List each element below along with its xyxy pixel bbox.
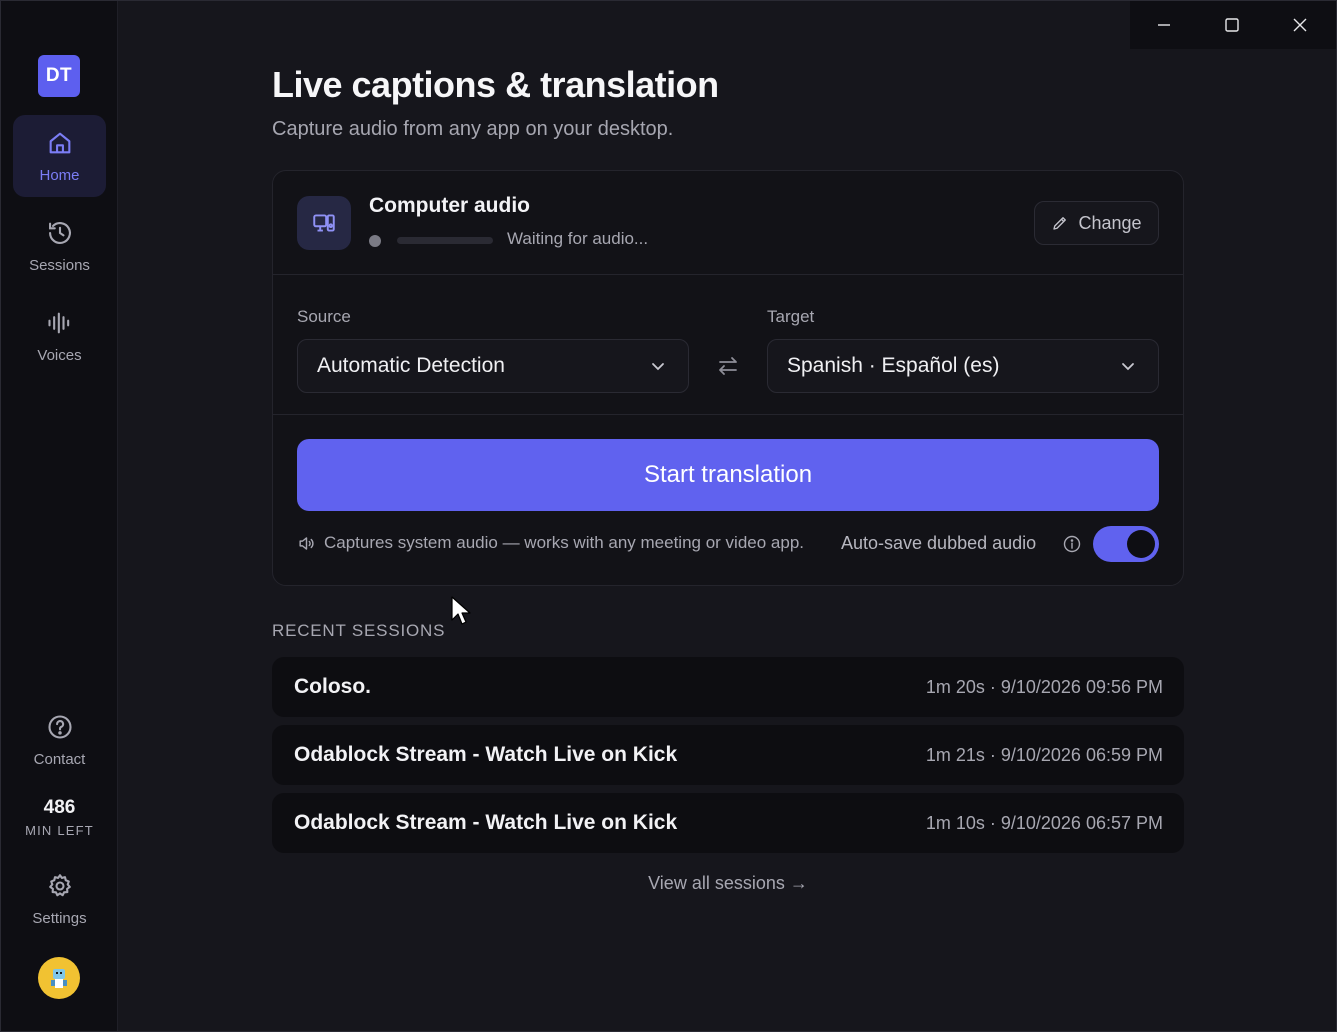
- close-button[interactable]: [1266, 1, 1334, 49]
- computer-audio-icon: [297, 196, 351, 250]
- session-row[interactable]: Odablock Stream - Watch Live on Kick 1m …: [272, 793, 1184, 853]
- sidebar-item-settings[interactable]: Settings: [13, 858, 106, 940]
- sidebar-item-contact[interactable]: Contact: [13, 699, 106, 781]
- mouse-cursor-icon: [451, 596, 471, 625]
- session-meta: 1m 20s · 9/10/2026 09:56 PM: [925, 676, 1163, 697]
- history-icon: [48, 221, 71, 244]
- swap-icon: [719, 357, 737, 375]
- sidebar-item-label: Voices: [37, 346, 82, 364]
- avatar-figure-icon: [51, 969, 67, 988]
- speaker-icon: [299, 536, 314, 550]
- sidebar-item-label: Sessions: [29, 256, 90, 274]
- session-row[interactable]: Odablock Stream - Watch Live on Kick 1m …: [272, 725, 1184, 785]
- source-language-label: Source: [297, 307, 351, 326]
- sidebar: DT Home Sessions Voices Contact 486 MIN …: [1, 1, 118, 1031]
- audio-status-dot: [369, 235, 381, 247]
- autosave-toggle[interactable]: [1093, 526, 1159, 562]
- session-name: Coloso.: [294, 675, 371, 698]
- target-language-value: Spanish · Español (es): [787, 354, 1000, 377]
- maximize-button[interactable]: [1198, 1, 1266, 49]
- minutes-left-value: 486: [43, 797, 76, 818]
- toggle-knob: [1127, 530, 1155, 558]
- session-meta: 1m 21s · 9/10/2026 06:59 PM: [925, 744, 1163, 765]
- swap-languages-button[interactable]: [713, 353, 743, 379]
- sidebar-item-voices[interactable]: Voices: [13, 295, 106, 377]
- chevron-down-icon: [652, 363, 664, 371]
- app-logo: DT: [38, 55, 80, 97]
- chevron-down-icon: [1122, 363, 1134, 371]
- target-language-select[interactable]: Spanish · Español (es): [767, 339, 1159, 393]
- waveform-icon: [47, 312, 69, 333]
- info-icon[interactable]: [1062, 534, 1082, 559]
- minimize-button[interactable]: [1130, 1, 1198, 49]
- capture-hint-text: Captures system audio — works with any m…: [324, 533, 805, 552]
- window-controls: [1130, 1, 1336, 49]
- minutes-left: 486 MIN LEFT: [1, 797, 118, 838]
- close-icon: [1293, 18, 1307, 32]
- session-name: Odablock Stream - Watch Live on Kick: [294, 743, 678, 766]
- pencil-icon: [1053, 217, 1067, 230]
- sidebar-item-sessions[interactable]: Sessions: [13, 205, 106, 287]
- source-language-select[interactable]: Automatic Detection: [297, 339, 689, 393]
- session-name: Odablock Stream - Watch Live on Kick: [294, 811, 678, 834]
- sidebar-item-label: Settings: [32, 909, 87, 927]
- capture-hint: Captures system audio — works with any m…: [297, 533, 804, 553]
- sidebar-item-home[interactable]: Home: [13, 115, 106, 197]
- audio-source-row: Computer audio Waiting for audio... Chan…: [273, 171, 1183, 275]
- avatar[interactable]: [38, 957, 80, 999]
- page-subtitle: Capture audio from any app on your deskt…: [272, 118, 674, 140]
- app-window: DT Home Sessions Voices Contact 486 MIN …: [0, 0, 1337, 1032]
- start-translation-button[interactable]: Start translation: [297, 439, 1159, 511]
- audio-level-meter: [397, 237, 493, 244]
- sidebar-item-label: Contact: [33, 750, 86, 768]
- audio-source-name: Computer audio: [369, 194, 530, 217]
- change-source-label: Change: [1078, 212, 1142, 233]
- translation-card: Computer audio Waiting for audio... Chan…: [272, 170, 1184, 586]
- help-circle-icon: [47, 714, 72, 739]
- language-row: Source Target Automatic Detection Spanis…: [273, 275, 1183, 415]
- audio-status-text: Waiting for audio...: [507, 229, 649, 248]
- page-title: Live captions & translation: [272, 64, 719, 105]
- change-source-button[interactable]: Change: [1034, 201, 1159, 245]
- source-language-value: Automatic Detection: [317, 354, 505, 377]
- minutes-left-label: MIN LEFT: [25, 823, 94, 838]
- session-meta: 1m 10s · 9/10/2026 06:57 PM: [925, 812, 1163, 833]
- minimize-icon: [1158, 24, 1170, 26]
- view-all-sessions-link[interactable]: View all sessions →: [272, 873, 1184, 894]
- target-language-label: Target: [767, 307, 815, 326]
- session-row[interactable]: Coloso. 1m 20s · 9/10/2026 09:56 PM: [272, 657, 1184, 717]
- maximize-icon: [1225, 18, 1239, 32]
- gear-icon: [48, 873, 71, 896]
- sidebar-item-label: Home: [39, 166, 80, 184]
- home-icon: [49, 132, 70, 153]
- recent-sessions-heading: RECENT SESSIONS: [272, 621, 446, 640]
- autosave-label: Auto-save dubbed audio: [841, 533, 1037, 553]
